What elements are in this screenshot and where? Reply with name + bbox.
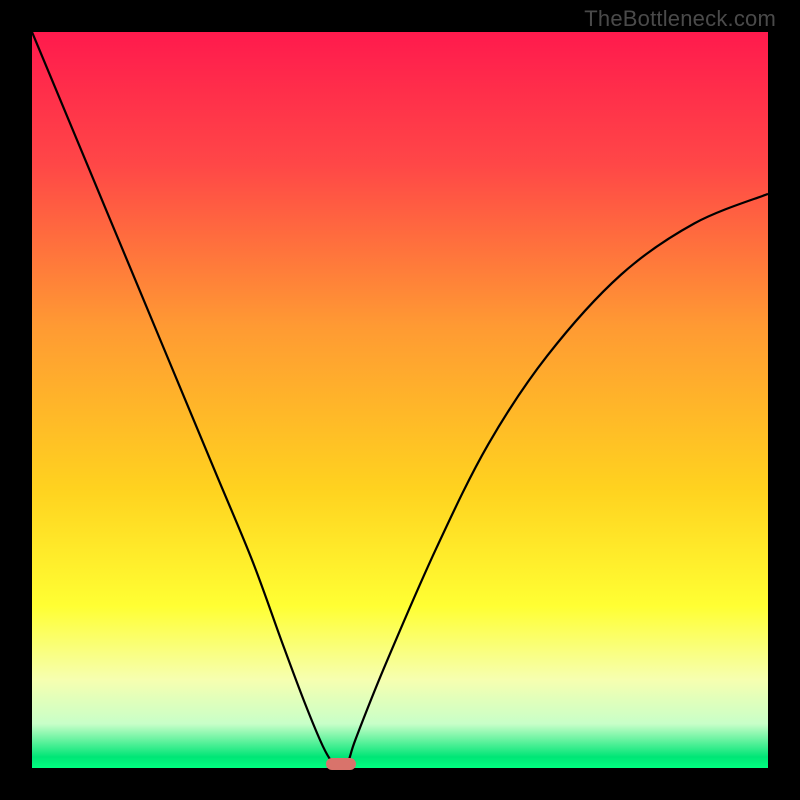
plot-area: [32, 32, 768, 768]
bottleneck-curve: [32, 32, 768, 768]
watermark-text: TheBottleneck.com: [584, 6, 776, 32]
chart-frame: TheBottleneck.com: [0, 0, 800, 800]
valley-marker: [326, 758, 355, 770]
curve-layer: [32, 32, 768, 768]
